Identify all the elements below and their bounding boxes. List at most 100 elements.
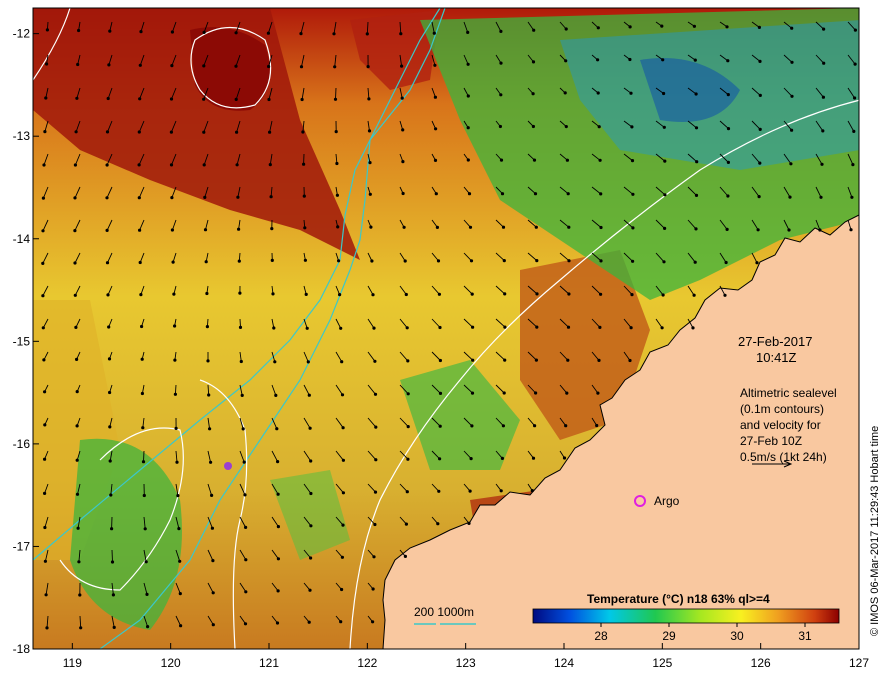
argo-float-marker	[224, 462, 232, 470]
velocity-arrow-head	[299, 31, 303, 36]
velocity-arrow-head	[140, 391, 144, 396]
velocity-arrow-head	[433, 95, 437, 99]
velocity-arrow-head	[170, 196, 174, 200]
velocity-arrow-head	[438, 358, 442, 363]
velocity-arrow-head	[45, 28, 50, 32]
velocity-arrow-head	[273, 360, 277, 364]
velocity-arrow-head	[243, 622, 248, 626]
x-tick-label: 119	[63, 656, 82, 670]
velocity-arrow-head	[853, 96, 857, 100]
x-tick-label: 125	[652, 656, 672, 670]
velocity-arrow-head	[365, 32, 369, 36]
velocity-arrow-head	[276, 525, 280, 529]
velocity-arrow-head	[790, 26, 794, 30]
velocity-arrow-head	[301, 130, 305, 134]
velocity-arrow-head	[501, 225, 506, 229]
velocity-arrow-head	[340, 393, 345, 397]
velocity-arrow-head	[596, 391, 600, 395]
velocity-arrow-head	[401, 160, 405, 164]
velocity-arrow-head	[566, 325, 571, 329]
velocity-arrow-head	[138, 97, 142, 101]
velocity-arrow-head	[266, 31, 270, 35]
velocity-arrow-head	[77, 28, 81, 33]
velocity-arrow-head	[853, 62, 857, 66]
velocity-arrow-head	[466, 94, 470, 98]
velocity-arrow-head	[73, 229, 77, 233]
velocity-arrow-head	[172, 292, 176, 296]
velocity-arrow-head	[400, 64, 404, 68]
velocity-arrow-head	[171, 260, 175, 264]
velocity-arrow-head	[42, 163, 46, 167]
legend-line: Altimetric sealevel	[740, 386, 837, 400]
x-tick-label: 126	[751, 656, 771, 670]
velocity-arrow-head	[466, 126, 470, 130]
velocity-arrow-head	[755, 261, 759, 265]
velocity-arrow-head	[757, 25, 762, 29]
velocity-arrow-head	[599, 225, 603, 230]
velocity-arrow-head	[235, 130, 239, 134]
velocity-arrow-head	[145, 592, 149, 597]
velocity-arrow-head	[110, 527, 114, 531]
velocity-arrow-head	[270, 258, 274, 262]
velocity-arrow-head	[107, 325, 111, 329]
legend-line: 27-Feb 10Z	[740, 434, 802, 448]
velocity-arrow-head	[822, 61, 826, 65]
velocity-arrow-head	[272, 326, 276, 330]
velocity-arrow-head	[366, 65, 370, 69]
y-tick-label: -15	[13, 334, 31, 348]
velocity-arrow-head	[300, 97, 304, 102]
velocity-arrow-head	[694, 92, 698, 96]
velocity-arrow-head	[169, 130, 173, 134]
velocity-arrow-head	[534, 358, 539, 362]
velocity-arrow-head	[373, 490, 378, 494]
legend-line: and velocity for	[740, 418, 821, 432]
velocity-arrow-head	[662, 91, 666, 96]
velocity-arrow-head	[533, 192, 538, 196]
velocity-arrow-head	[438, 325, 442, 330]
velocity-arrow-head	[402, 225, 406, 229]
velocity-arrow-head	[41, 294, 45, 298]
velocity-arrow-head	[531, 124, 536, 129]
velocity-arrow-head	[44, 593, 48, 597]
velocity-arrow-head	[403, 259, 407, 263]
velocity-arrow-head	[268, 163, 272, 167]
velocity-arrow-head	[470, 424, 474, 428]
velocity-arrow-head	[45, 626, 49, 630]
velocity-arrow-head	[820, 162, 824, 166]
velocity-arrow-head	[564, 27, 568, 31]
velocity-arrow-head	[852, 129, 856, 133]
argo-label: Argo	[654, 494, 680, 508]
velocity-arrow-head	[438, 457, 442, 461]
velocity-arrow-head	[789, 162, 793, 166]
velocity-arrow-head	[340, 587, 344, 592]
velocity-arrow-head	[178, 559, 182, 563]
velocity-arrow-head	[567, 292, 571, 296]
velocity-arrow-head	[203, 195, 207, 199]
velocity-arrow-head	[466, 62, 470, 66]
velocity-arrow-head	[499, 61, 503, 65]
velocity-arrow-head	[41, 196, 46, 200]
velocity-arrow-head	[74, 325, 78, 329]
velocity-arrow-head	[302, 162, 306, 166]
velocity-arrow-head	[599, 292, 603, 296]
velocity-arrow-head	[726, 194, 730, 198]
velocity-arrow-head	[630, 159, 635, 163]
velocity-arrow-head	[43, 491, 47, 495]
velocity-arrow-head	[75, 492, 80, 496]
velocity-arrow-head	[403, 554, 407, 559]
velocity-arrow-head	[105, 261, 110, 265]
velocity-arrow-head	[276, 589, 280, 593]
velocity-arrow-head	[333, 97, 338, 101]
velocity-arrow-head	[531, 456, 536, 460]
velocity-arrow-head	[502, 391, 506, 395]
velocity-arrow-head	[210, 493, 214, 497]
velocity-arrow-head	[399, 32, 403, 36]
velocity-arrow-head	[210, 526, 214, 530]
velocity-arrow-head	[369, 225, 373, 229]
velocity-arrow-head	[373, 359, 377, 363]
velocity-arrow-head	[821, 95, 826, 99]
velocity-arrow-head	[433, 158, 438, 162]
velocity-arrow-head	[41, 326, 45, 330]
date-label: 27-Feb-2017	[738, 334, 812, 349]
velocity-arrow	[335, 87, 337, 100]
